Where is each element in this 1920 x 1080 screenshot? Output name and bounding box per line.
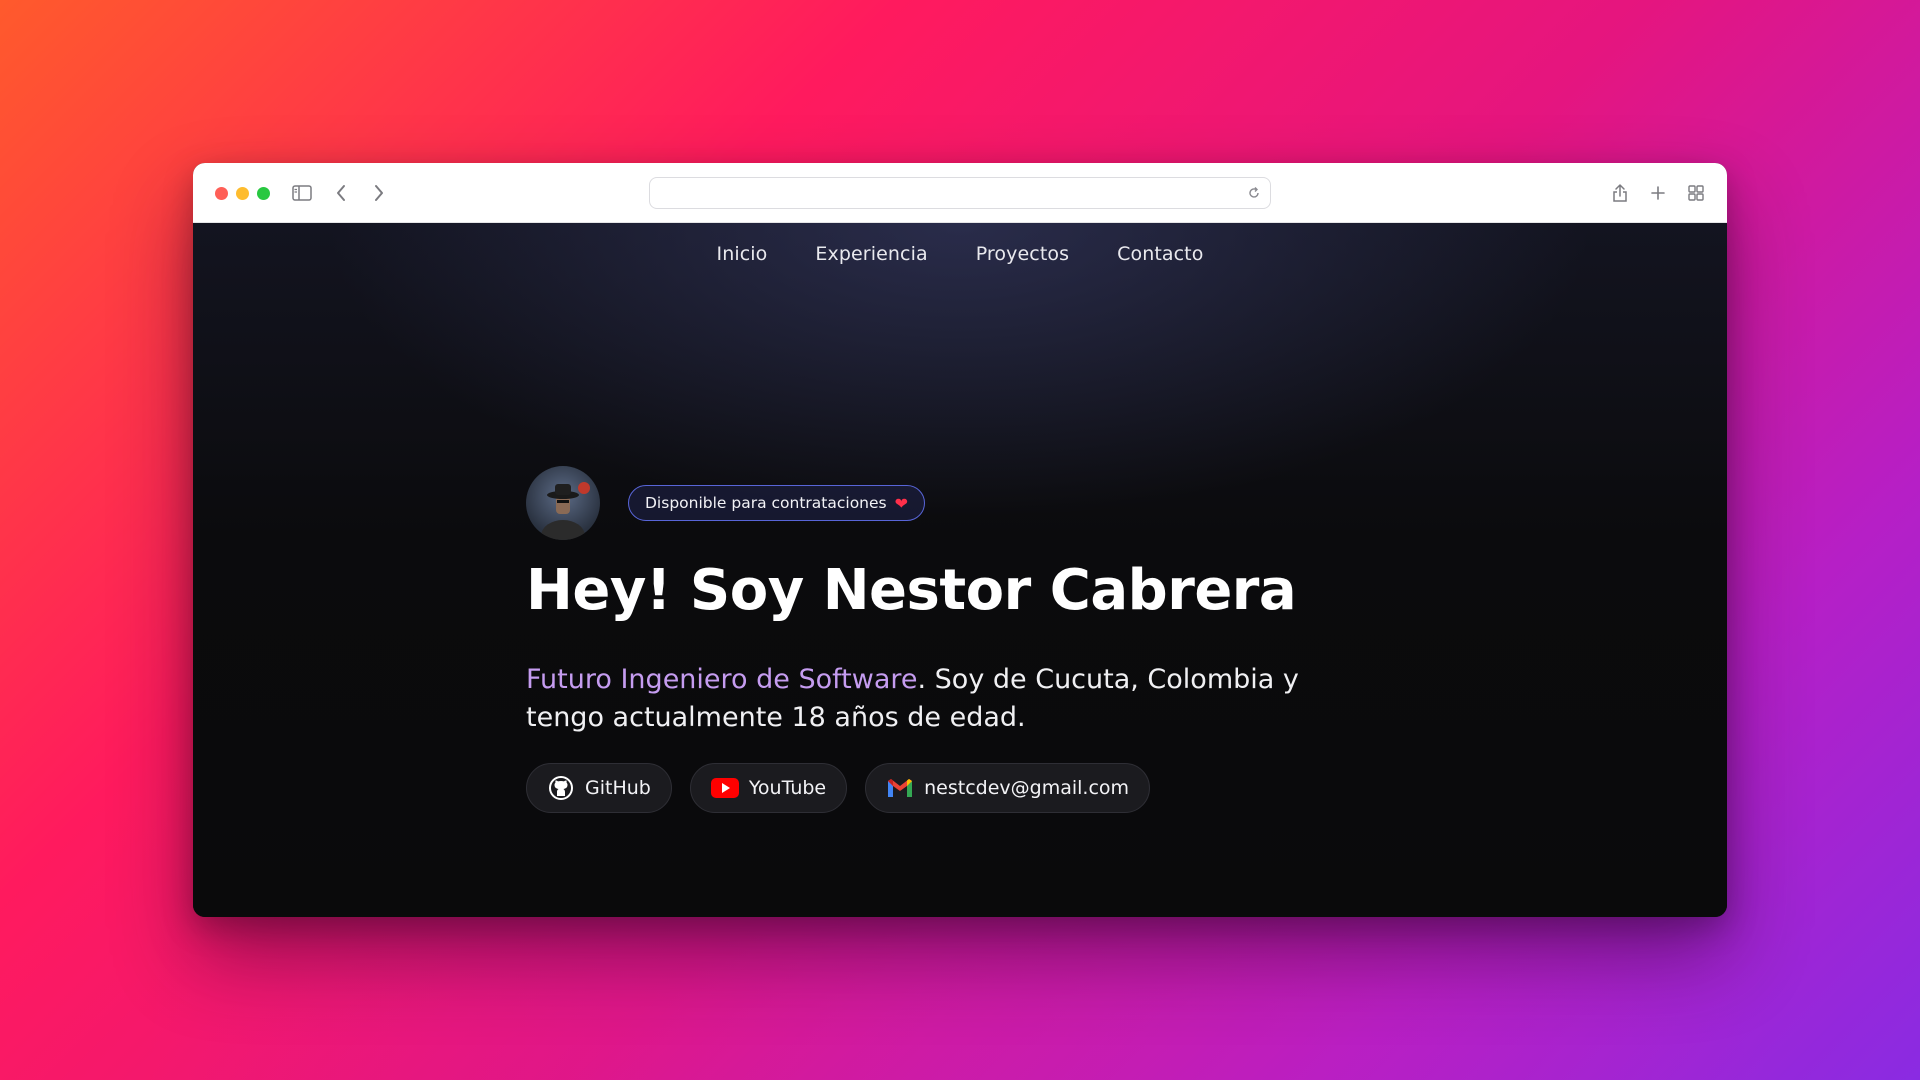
browser-window: Inicio Experiencia Proyectos Contacto Di… xyxy=(193,163,1727,917)
back-icon[interactable] xyxy=(329,181,353,205)
page-title: Hey! Soy Nestor Cabrera xyxy=(526,558,1297,623)
github-icon xyxy=(547,774,575,802)
forward-icon[interactable] xyxy=(367,181,391,205)
heart-icon: ❤ xyxy=(894,493,909,513)
address-bar[interactable] xyxy=(649,177,1271,209)
gmail-icon xyxy=(886,774,914,802)
nav-link-inicio[interactable]: Inicio xyxy=(717,243,768,265)
email-label: nestcdev@gmail.com xyxy=(924,777,1130,799)
close-button[interactable] xyxy=(215,187,228,200)
nav-link-experiencia[interactable]: Experiencia xyxy=(815,243,927,265)
availability-text: Disponible para contrataciones xyxy=(645,494,887,512)
youtube-label: YouTube xyxy=(748,777,827,799)
availability-badge: Disponible para contrataciones ❤ xyxy=(628,485,926,521)
intro-text: Futuro Ingeniero de Software. Soy de Cuc… xyxy=(526,661,1306,737)
avatar xyxy=(526,466,600,540)
zoom-button[interactable] xyxy=(257,187,270,200)
hero-section: Disponible para contrataciones ❤ Hey! So… xyxy=(526,466,1326,813)
tab-overview-icon[interactable] xyxy=(1684,181,1708,205)
github-button[interactable]: GitHub xyxy=(526,763,672,813)
minimize-button[interactable] xyxy=(236,187,249,200)
youtube-button[interactable]: YouTube xyxy=(689,763,848,813)
youtube-icon xyxy=(710,774,739,802)
intro-highlight: Futuro Ingeniero de Software xyxy=(526,664,918,695)
social-links: GitHub YouTube nestcdev@gmail.com xyxy=(526,763,1326,813)
main-nav: Inicio Experiencia Proyectos Contacto xyxy=(193,243,1727,265)
page-content: Inicio Experiencia Proyectos Contacto Di… xyxy=(193,223,1727,917)
nav-link-contacto[interactable]: Contacto xyxy=(1117,243,1203,265)
reload-icon[interactable] xyxy=(1246,185,1262,201)
new-tab-icon[interactable] xyxy=(1646,181,1670,205)
nav-link-proyectos[interactable]: Proyectos xyxy=(976,243,1069,265)
email-button[interactable]: nestcdev@gmail.com xyxy=(865,763,1151,813)
sidebar-icon[interactable] xyxy=(290,181,314,205)
browser-toolbar xyxy=(193,163,1727,223)
badge-row: Disponible para contrataciones ❤ xyxy=(526,466,1326,540)
window-controls xyxy=(215,187,270,200)
github-label: GitHub xyxy=(585,777,651,799)
share-icon[interactable] xyxy=(1608,181,1632,205)
